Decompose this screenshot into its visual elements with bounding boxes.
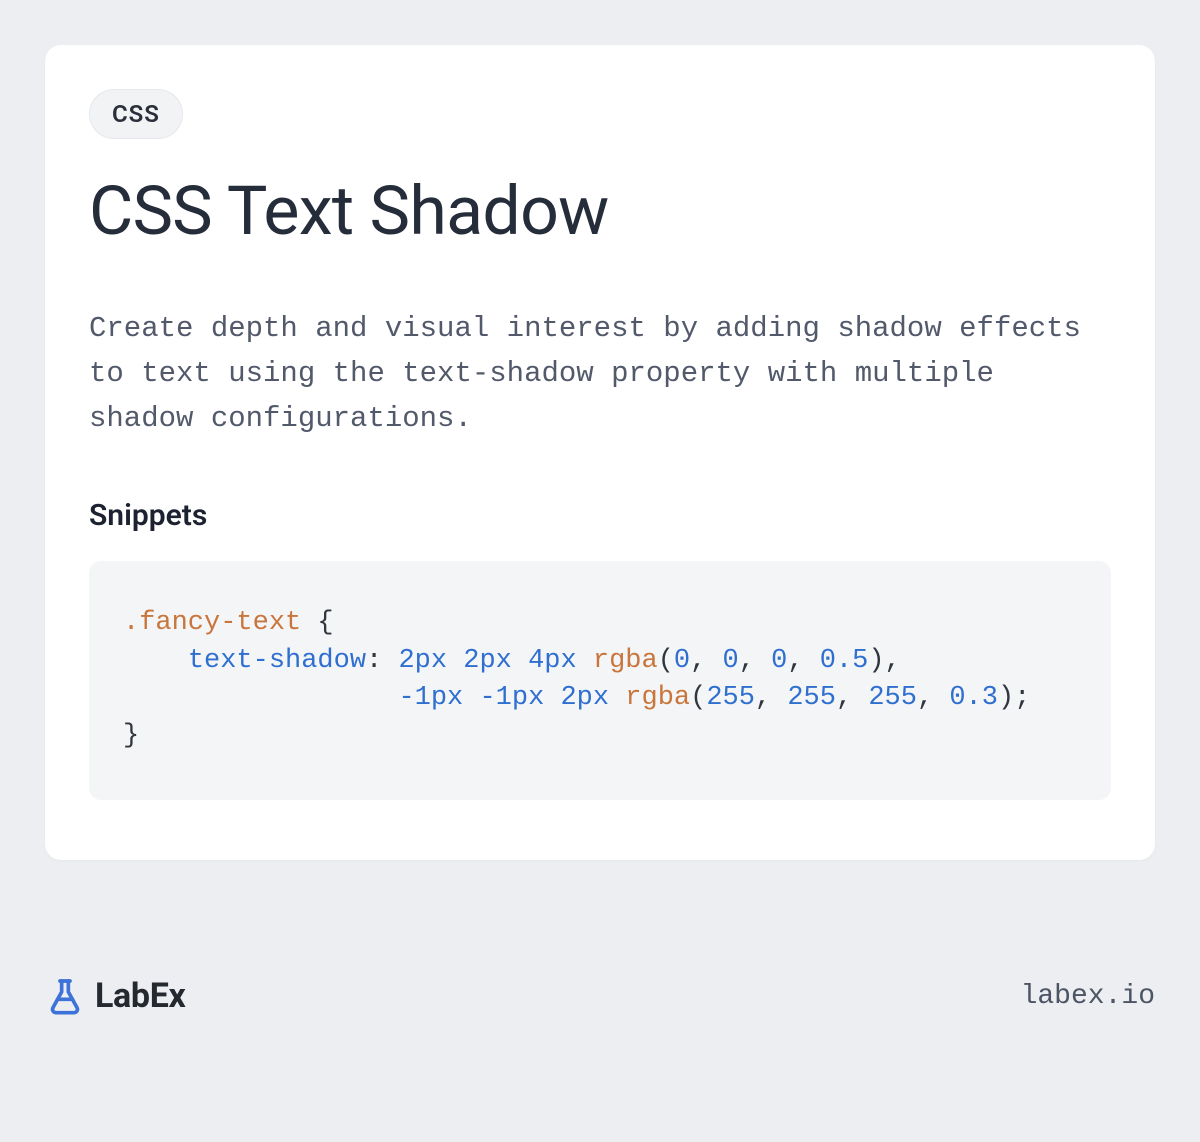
description-text: Create depth and visual interest by addi… — [89, 307, 1111, 442]
code-value: 4px — [528, 646, 577, 676]
code-number: 0 — [674, 646, 690, 676]
flask-icon — [45, 976, 85, 1016]
code-comma: , — [917, 683, 949, 713]
code-space — [512, 646, 528, 676]
page-title: CSS Text Shadow — [89, 171, 1111, 251]
code-space — [609, 683, 625, 713]
code-value: -1px — [398, 683, 463, 713]
code-open-paren: ( — [658, 646, 674, 676]
code-number: 255 — [787, 683, 836, 713]
code-number: 255 — [868, 683, 917, 713]
code-func: rgba — [625, 683, 690, 713]
code-value: 2px — [560, 683, 609, 713]
code-value: 2px — [398, 646, 447, 676]
code-colon: : — [366, 646, 398, 676]
code-func: rgba — [593, 646, 658, 676]
code-semicolon: ; — [1014, 683, 1030, 713]
site-label: labex.io — [1021, 981, 1155, 1012]
code-comma: , — [755, 683, 787, 713]
code-comma: , — [787, 646, 819, 676]
code-indent — [123, 646, 188, 676]
code-value: 2px — [463, 646, 512, 676]
code-comma: , — [739, 646, 771, 676]
code-number: 0 — [723, 646, 739, 676]
code-space — [544, 683, 560, 713]
code-indent — [123, 683, 398, 713]
content-card: CSS CSS Text Shadow Create depth and vis… — [45, 45, 1155, 860]
code-snippet: .fancy-text { text-shadow: 2px 2px 4px r… — [89, 561, 1111, 800]
code-comma: , — [690, 646, 722, 676]
code-property: text-shadow — [188, 646, 366, 676]
code-number: 255 — [706, 683, 755, 713]
code-close-paren: ) — [998, 683, 1014, 713]
code-space — [577, 646, 593, 676]
footer: LabEx labex.io — [45, 976, 1155, 1016]
code-space — [463, 683, 479, 713]
code-space — [447, 646, 463, 676]
brand-name: LabEx — [95, 976, 185, 1016]
code-number: 0 — [771, 646, 787, 676]
snippets-heading: Snippets — [89, 498, 1111, 533]
code-number: 0.3 — [949, 683, 998, 713]
brand: LabEx — [45, 976, 185, 1016]
code-close-brace: } — [123, 721, 139, 751]
code-comma: , — [885, 646, 901, 676]
code-comma: , — [836, 683, 868, 713]
code-number: 0.5 — [820, 646, 869, 676]
code-value: -1px — [479, 683, 544, 713]
code-close-paren: ) — [868, 646, 884, 676]
code-selector: .fancy-text — [123, 608, 301, 638]
language-tag: CSS — [89, 89, 183, 139]
code-open-paren: ( — [690, 683, 706, 713]
code-open-brace: { — [301, 608, 333, 638]
